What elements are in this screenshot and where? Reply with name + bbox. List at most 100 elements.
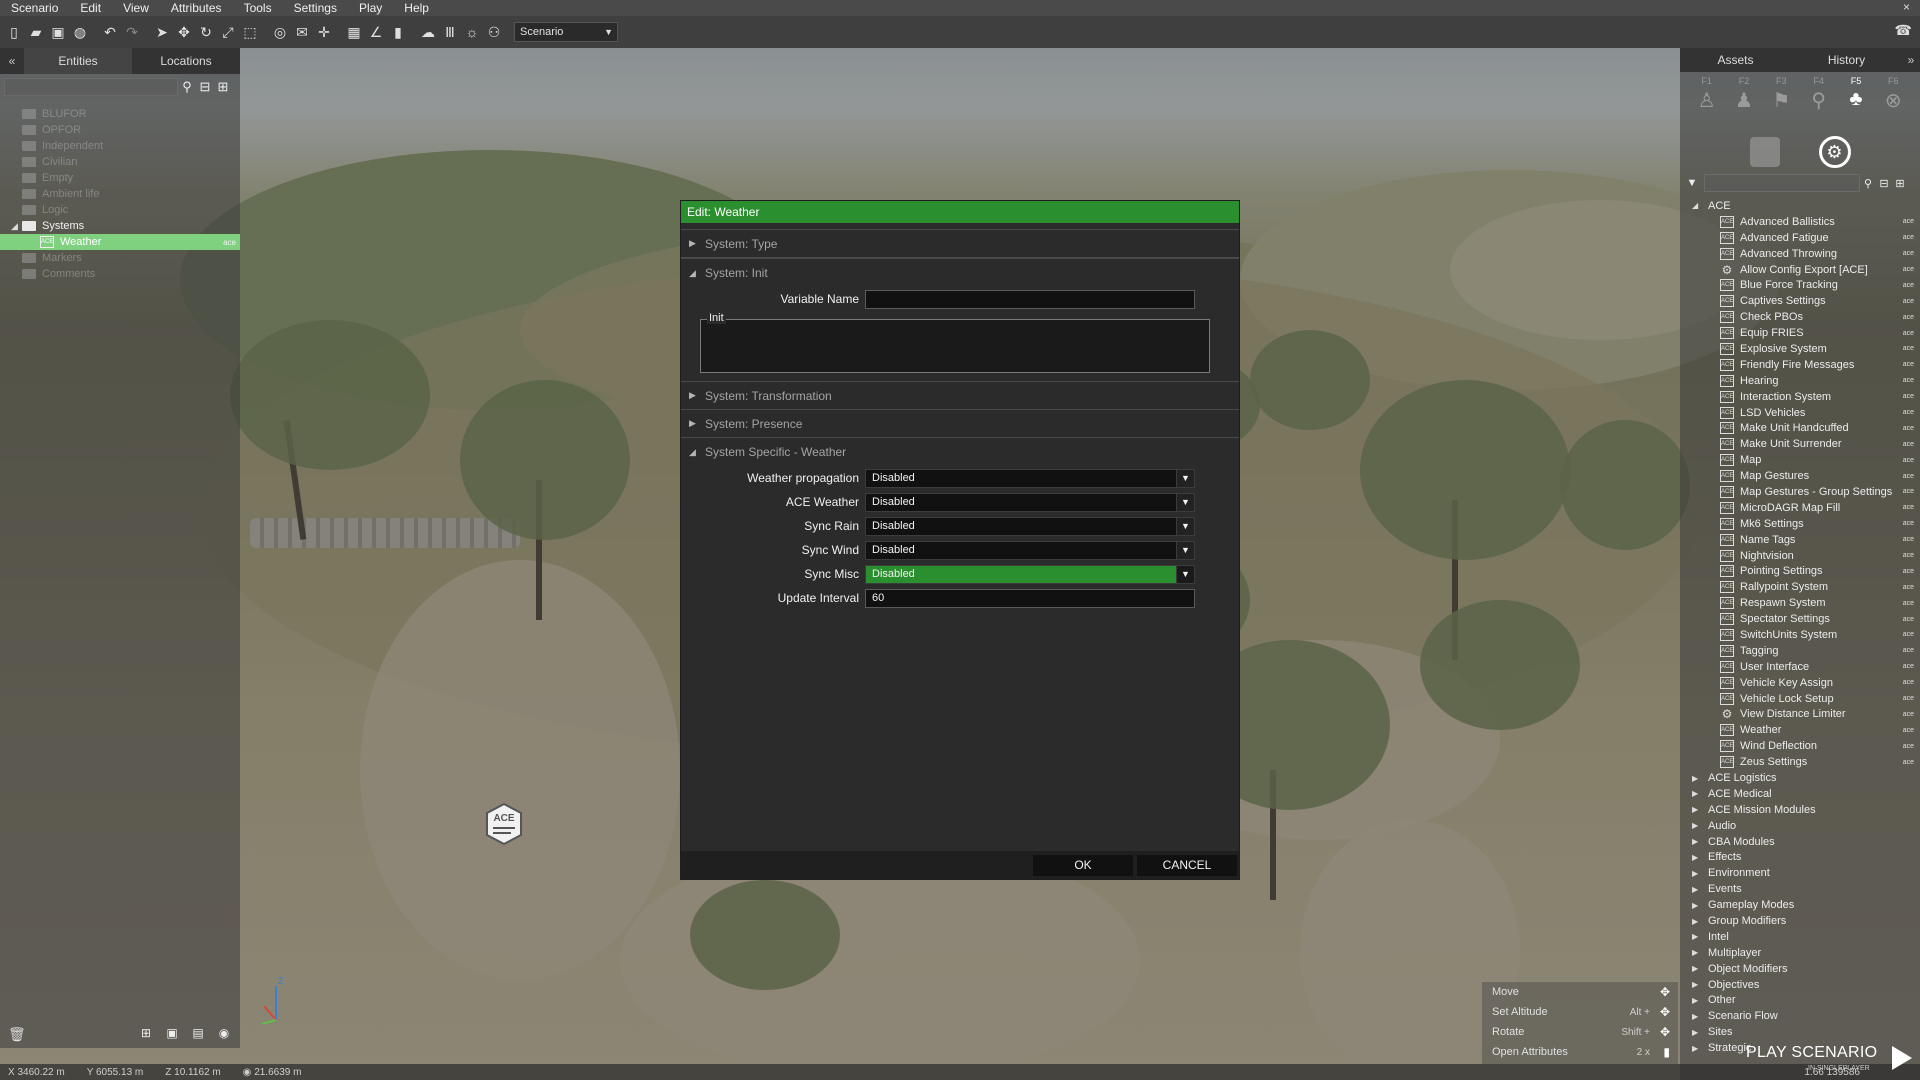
tree-item-comments[interactable]: Comments [0,266,240,282]
asset-module-user-interface[interactable]: ACE User Interface ace [1680,659,1920,675]
sync-rain-select[interactable]: Disabled ▼ [865,516,1195,536]
section-system-presence[interactable]: ▶ System: Presence [681,410,1239,438]
expand-all-icon[interactable]: ⊞ [1892,177,1908,190]
tree-item-empty[interactable]: Empty [0,170,240,186]
asset-category-objectives[interactable]: ▶ Objectives [1680,977,1920,993]
menu-view[interactable]: View [112,0,160,16]
chevron-down-icon[interactable]: ▼ [1176,469,1194,487]
menu-play[interactable]: Play [348,0,393,16]
chevron-down-icon[interactable]: ▼ [1176,565,1194,583]
asset-module-map-gestures[interactable]: ACE Map Gestures ace [1680,468,1920,484]
asset-category-sites[interactable]: ▶ Sites [1680,1024,1920,1040]
asset-module-nightvision[interactable]: ACE Nightvision ace [1680,548,1920,564]
menu-settings[interactable]: Settings [283,0,348,16]
init-textarea[interactable]: Init [700,312,1210,373]
asset-module-view-distance-limiter[interactable]: ⚙ View Distance Limiter ace [1680,707,1920,723]
asset-category-ace-logistics[interactable]: ▶ ACE Logistics [1680,770,1920,786]
menu-edit[interactable]: Edit [69,0,112,16]
asset-category-effects[interactable]: ▶ Effects [1680,850,1920,866]
ace-module-icon[interactable]: ACE [484,802,524,846]
collapse-panel-icon[interactable]: « [0,54,24,68]
scale-icon[interactable]: ⤢ [218,22,238,42]
asset-module-check-pbos[interactable]: ACE Check PBOs ace [1680,309,1920,325]
collapsed-arrow-icon[interactable]: ▶ [1692,948,1698,957]
asset-category-cba-modules[interactable]: ▶ CBA Modules [1680,834,1920,850]
asset-module-equip-fries[interactable]: ACE Equip FRIES ace [1680,325,1920,341]
tree-item-logic[interactable]: Logic [0,202,240,218]
sun-icon[interactable]: ☼ [462,22,482,42]
asset-module-captives-settings[interactable]: ACE Captives Settings ace [1680,293,1920,309]
asset-module-microdagr-map-fill[interactable]: ACE MicroDAGR Map Fill ace [1680,500,1920,516]
collapsed-arrow-icon[interactable]: ▶ [1692,964,1698,973]
asset-module-explosive-system[interactable]: ACE Explosive System ace [1680,341,1920,357]
collapsed-arrow-icon[interactable]: ▶ [1692,1044,1698,1053]
asset-category-object-modifiers[interactable]: ▶ Object Modifiers [1680,961,1920,977]
collapsed-arrow-icon[interactable]: ▶ [1692,789,1698,798]
grid-icon[interactable]: ▦ [344,22,364,42]
add-folder-icon[interactable]: ▣ [162,1026,182,1042]
asset-category-intel[interactable]: ▶ Intel [1680,929,1920,945]
expanded-arrow-icon[interactable]: ◢ [11,221,18,232]
collapsed-arrow-icon[interactable]: ▶ [1692,917,1698,926]
add-layer-icon[interactable]: ⊞ [136,1026,156,1042]
close-icon[interactable]: × [1903,0,1910,14]
collapsed-arrow-icon[interactable]: ▶ [1692,901,1698,910]
entities-search-input[interactable] [4,78,178,96]
search-icon[interactable]: ⚲ [178,79,196,95]
collapsed-arrow-icon[interactable]: ▶ [1692,837,1698,846]
section-system-transformation[interactable]: ▶ System: Transformation [681,382,1239,410]
asset-module-rallypoint-system[interactable]: ACE Rallypoint System ace [1680,579,1920,595]
asset-module-vehicle-lock-setup[interactable]: ACE Vehicle Lock Setup ace [1680,691,1920,707]
collapsed-arrow-icon[interactable]: ▶ [1692,853,1698,862]
collapsed-arrow-icon[interactable]: ▶ [1692,821,1698,830]
publish-icon[interactable]: ◍ [70,22,90,42]
tab-locations[interactable]: Locations [132,48,240,74]
move-icon[interactable]: ✥ [174,22,194,42]
asset-module-respawn-system[interactable]: ACE Respawn System ace [1680,595,1920,611]
undo-icon[interactable]: ↶ [100,22,120,42]
waypoint-icon[interactable]: ✉ [292,22,312,42]
vertical-icon[interactable]: ∠ [366,22,386,42]
lights-icon[interactable]: Ⅲ [440,22,460,42]
collapsed-arrow-icon[interactable]: ▶ [1692,885,1698,894]
chevron-down-icon[interactable]: ▼ [1176,541,1194,559]
fkey-triggers[interactable]: F3 ⚑ [1766,76,1796,134]
asset-category-audio[interactable]: ▶ Audio [1680,818,1920,834]
tree-item-markers[interactable]: Markers [0,250,240,266]
collapsed-arrow-icon[interactable]: ▶ [1692,980,1698,989]
collapsed-arrow-icon[interactable]: ▶ [1692,1028,1698,1037]
snap-icon[interactable]: ▮ [388,22,408,42]
asset-module-make-unit-surrender[interactable]: ACE Make Unit Surrender ace [1680,436,1920,452]
trash-icon[interactable]: 🗑︎ [8,1026,26,1043]
asset-module-switchunits-system[interactable]: ACE SwitchUnits System ace [1680,627,1920,643]
collapsed-arrow-icon[interactable]: ▶ [1692,869,1698,878]
map-icon[interactable]: ◎ [270,22,290,42]
sync-wind-select[interactable]: Disabled ▼ [865,540,1195,560]
tab-entities[interactable]: Entities [24,48,132,74]
expand-all-icon[interactable]: ⊞ [214,79,232,95]
asset-category-ace-mission-modules[interactable]: ▶ ACE Mission Modules [1680,802,1920,818]
asset-module-zeus-settings[interactable]: ACE Zeus Settings ace [1680,754,1920,770]
chevron-down-icon[interactable]: ▼ [1176,517,1194,535]
asset-module-advanced-fatigue[interactable]: ACE Advanced Fatigue ace [1680,230,1920,246]
search-icon[interactable]: ⚲ [1860,177,1876,190]
tree-item-civilian[interactable]: Civilian [0,154,240,170]
asset-module-map[interactable]: ACE Map ace [1680,452,1920,468]
asset-module-wind-deflection[interactable]: ACE Wind Deflection ace [1680,738,1920,754]
sync-misc-select[interactable]: Disabled ▼ [865,564,1195,584]
menu-tools[interactable]: Tools [233,0,283,16]
new-icon[interactable]: ▯ [4,22,24,42]
fkey-objects[interactable]: F1 ♙ [1692,76,1722,134]
asset-category-ace-medical[interactable]: ▶ ACE Medical [1680,786,1920,802]
play-scenario-button[interactable]: PLAY SCENARIO IN SINGLEPLAYER [1740,1040,1918,1078]
rotate-icon[interactable]: ↻ [196,22,216,42]
fkey-markers[interactable]: F6 ⊗ [1878,76,1908,134]
select-icon[interactable]: ➤ [152,22,172,42]
tree-item-ambient-life[interactable]: Ambient life [0,186,240,202]
tree-item-opfor[interactable]: OPFOR [0,122,240,138]
ace-weather-select[interactable]: Disabled ▼ [865,492,1195,512]
section-system-specific-weather[interactable]: ◢ System Specific - Weather [681,438,1239,466]
weather-propagation-select[interactable]: Disabled ▼ [865,468,1195,488]
place-icon[interactable]: ✛ [314,22,334,42]
camera-icon[interactable]: ⚇ [484,22,504,42]
